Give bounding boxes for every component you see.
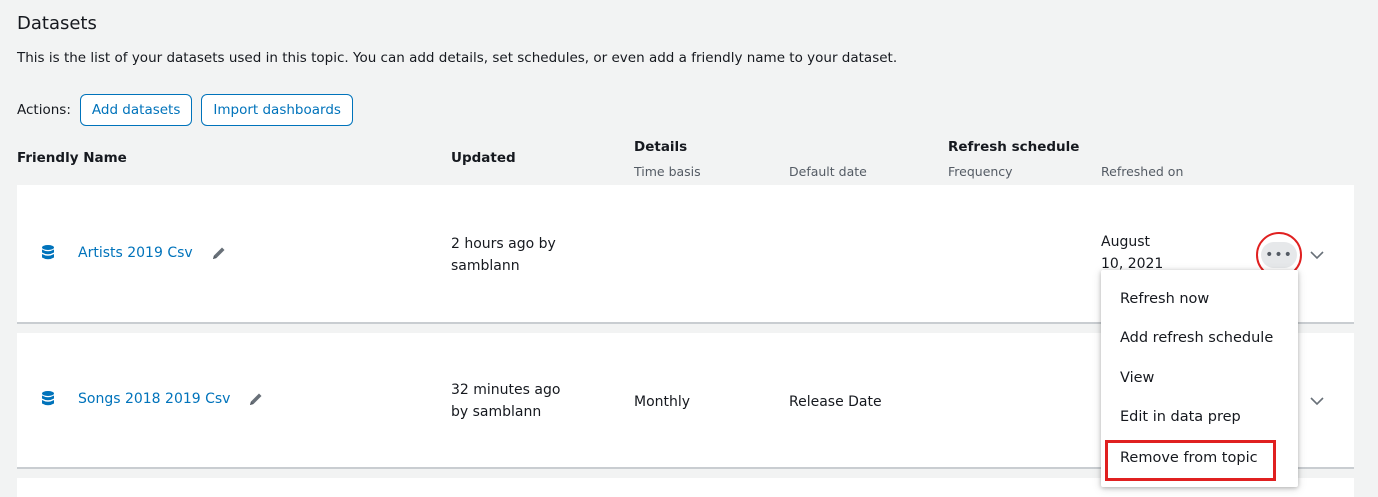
menu-item-view[interactable]: View bbox=[1120, 370, 1154, 386]
refreshed-on-cell: August 10, 2021 bbox=[1101, 231, 1163, 273]
refreshed-date-line1: August bbox=[1101, 234, 1150, 250]
time-basis-cell: Monthly bbox=[634, 394, 691, 410]
dataset-name-link[interactable]: Songs 2018 2019 Csv bbox=[42, 391, 264, 407]
menu-item-add-refresh-schedule[interactable]: Add refresh schedule bbox=[1120, 330, 1273, 346]
updated-text: 32 minutes ago bbox=[451, 382, 561, 398]
header-refresh-schedule: Refresh schedule bbox=[948, 139, 1080, 155]
header-default-date: Default date bbox=[789, 164, 867, 179]
database-icon bbox=[42, 245, 54, 261]
pencil-icon[interactable] bbox=[248, 391, 264, 407]
header-time-basis: Time basis bbox=[634, 164, 701, 179]
menu-item-refresh-now[interactable]: Refresh now bbox=[1120, 291, 1209, 307]
updated-user: by samblann bbox=[451, 404, 542, 420]
actions-label: Actions: bbox=[17, 102, 71, 118]
page-title: Datasets bbox=[17, 13, 97, 34]
updated-cell: 32 minutes ago by samblann bbox=[451, 379, 560, 423]
highlight-box bbox=[1105, 440, 1276, 481]
dataset-name: Songs 2018 2019 Csv bbox=[78, 391, 231, 407]
add-datasets-button[interactable]: Add datasets bbox=[79, 94, 193, 126]
import-dashboards-button[interactable]: Import dashboards bbox=[201, 94, 353, 126]
updated-cell: 2 hours ago by samblann bbox=[451, 233, 556, 277]
actions-bar: Actions: Add datasets Import dashboards bbox=[17, 94, 353, 126]
pencil-icon[interactable] bbox=[211, 245, 227, 261]
default-date-cell: Release Date bbox=[789, 394, 882, 410]
dataset-name-link[interactable]: Artists 2019 Csv bbox=[42, 245, 227, 261]
page-description: This is the list of your datasets used i… bbox=[17, 50, 898, 66]
chevron-down-icon[interactable] bbox=[1310, 250, 1324, 260]
dataset-name: Artists 2019 Csv bbox=[78, 245, 193, 261]
updated-user: samblann bbox=[451, 258, 520, 274]
header-details: Details bbox=[634, 139, 688, 155]
header-friendly-name[interactable]: Friendly Name bbox=[17, 150, 127, 166]
header-refreshed-on: Refreshed on bbox=[1101, 164, 1184, 179]
updated-text: 2 hours ago by bbox=[451, 236, 556, 252]
chevron-down-icon[interactable] bbox=[1310, 396, 1324, 406]
header-frequency: Frequency bbox=[948, 164, 1013, 179]
menu-item-edit-in-data-prep[interactable]: Edit in data prep bbox=[1120, 409, 1241, 425]
database-icon bbox=[42, 391, 54, 407]
header-updated[interactable]: Updated bbox=[451, 150, 516, 166]
